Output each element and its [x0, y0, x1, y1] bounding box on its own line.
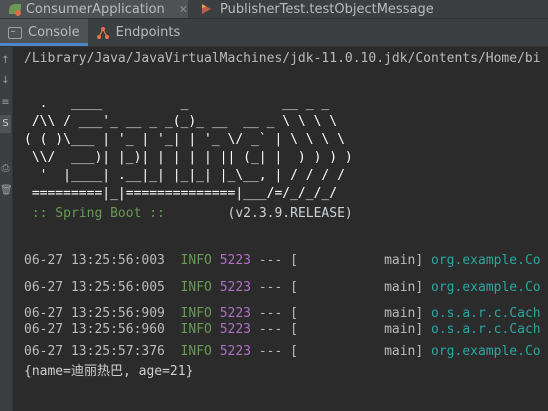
program-output-line: {name=迪丽热巴, age=21}	[24, 364, 194, 379]
java-path-line: /Library/Java/JavaVirtualMachines/jdk-11…	[24, 51, 541, 66]
spring-boot-version-line: :: Spring Boot :: (v2.3.9.RELEASE)	[24, 205, 353, 223]
spring-boot-label: :: Spring Boot ::	[24, 206, 165, 221]
tab-console-label: Console	[28, 25, 80, 40]
soft-wrap-icon[interactable]: ≡	[0, 97, 11, 109]
banner-line: \\/ ___)| |_)| | | | | || (_| | ) ) ) )	[24, 150, 353, 165]
test-class-icon	[200, 2, 214, 16]
close-icon[interactable]: ✕	[179, 3, 188, 16]
run-config-tabs: ConsumerApplication ✕ PublisherTest.test…	[0, 0, 548, 19]
log-timestamp: 06-27 13:25:57:376	[24, 344, 165, 359]
log-level: INFO	[180, 280, 212, 295]
console-icon	[8, 26, 22, 39]
log-separator: --- [	[258, 322, 298, 337]
log-pid: 5223	[219, 280, 251, 295]
log-line: 06-27 13:25:56:960 INFO 5223 --- [ main]…	[24, 321, 541, 339]
log-separator: --- [	[258, 280, 298, 295]
log-logger: org.example.Co	[431, 280, 541, 295]
banner-line: /\\ / ___'_ __ _ _(_)_ __ __ _ \ \ \ \	[24, 114, 338, 129]
log-level: INFO	[180, 344, 212, 359]
tool-tabs: Console Endpoints	[0, 19, 548, 47]
log-separator: --- [	[258, 253, 298, 268]
log-logger: o.s.a.r.c.Cach	[431, 306, 541, 321]
print-icon[interactable]: ⎙	[0, 163, 11, 175]
endpoints-icon	[96, 26, 109, 39]
run-tab-label: ConsumerApplication	[25, 1, 165, 17]
banner-line: ' |____| .__|_| |_|_| |_\__, | / / / /	[24, 168, 345, 183]
log-level: INFO	[180, 306, 212, 321]
run-tab-consumer-application[interactable]: ConsumerApplication ✕	[0, 0, 188, 18]
log-thread: main]	[384, 322, 424, 337]
scroll-to-end-icon[interactable]: S	[0, 115, 11, 133]
banner-line: . ____ _ __ _ _	[24, 96, 330, 111]
log-logger: org.example.Co	[431, 253, 541, 268]
log-pid: 5223	[219, 253, 251, 268]
log-line: 06-27 13:25:56:003 INFO 5223 --- [ main]…	[24, 252, 541, 270]
log-timestamp: 06-27 13:25:56:003	[24, 253, 165, 268]
log-line: 06-27 13:25:57:376 INFO 5223 --- [ main]…	[24, 343, 541, 361]
log-separator: --- [	[258, 306, 298, 321]
log-level: INFO	[180, 253, 212, 268]
console-output[interactable]: /Library/Java/JavaVirtualMachines/jdk-11…	[13, 47, 548, 411]
log-pid: 5223	[219, 306, 251, 321]
log-timestamp: 06-27 13:25:56:909	[24, 306, 165, 321]
tab-console[interactable]: Console	[0, 19, 88, 46]
log-thread: main]	[384, 280, 424, 295]
log-separator: --- [	[258, 344, 298, 359]
run-tab-label: PublisherTest.testObjectMessage	[220, 1, 434, 17]
log-logger: o.s.a.r.c.Cach	[431, 322, 541, 337]
log-timestamp: 06-27 13:25:56:960	[24, 322, 165, 337]
console-side-toolbar: ↑ ↓ ≡ S ⎙ 🗑	[0, 47, 13, 411]
banner-line: =========|_|==============|___/=/_/_/_/	[24, 186, 338, 201]
log-thread: main]	[384, 344, 424, 359]
log-thread: main]	[384, 253, 424, 268]
log-thread: main]	[384, 306, 424, 321]
log-line: 06-27 13:25:56:005 INFO 5223 --- [ main]…	[24, 279, 541, 297]
run-tab-publisher-test[interactable]: PublisherTest.testObjectMessage	[188, 0, 434, 18]
log-pid: 5223	[219, 322, 251, 337]
log-timestamp: 06-27 13:25:56:005	[24, 280, 165, 295]
spring-leaf-icon	[8, 2, 21, 16]
scroll-down-icon[interactable]: ↓	[0, 75, 11, 87]
run-tool-window: ConsumerApplication ✕ PublisherTest.test…	[0, 0, 548, 411]
tab-endpoints[interactable]: Endpoints	[88, 19, 189, 46]
clear-all-icon[interactable]: 🗑	[0, 185, 13, 197]
log-level: INFO	[180, 322, 212, 337]
log-logger: org.example.Co	[431, 344, 541, 359]
log-pid: 5223	[219, 344, 251, 359]
scroll-up-icon[interactable]: ↑	[0, 55, 11, 67]
spring-boot-version: (v2.3.9.RELEASE)	[227, 206, 353, 221]
banner-line: ( ( )\___ | '_ | '_| | '_ \/ _` | \ \ \ …	[24, 132, 345, 147]
tab-endpoints-label: Endpoints	[115, 25, 181, 40]
